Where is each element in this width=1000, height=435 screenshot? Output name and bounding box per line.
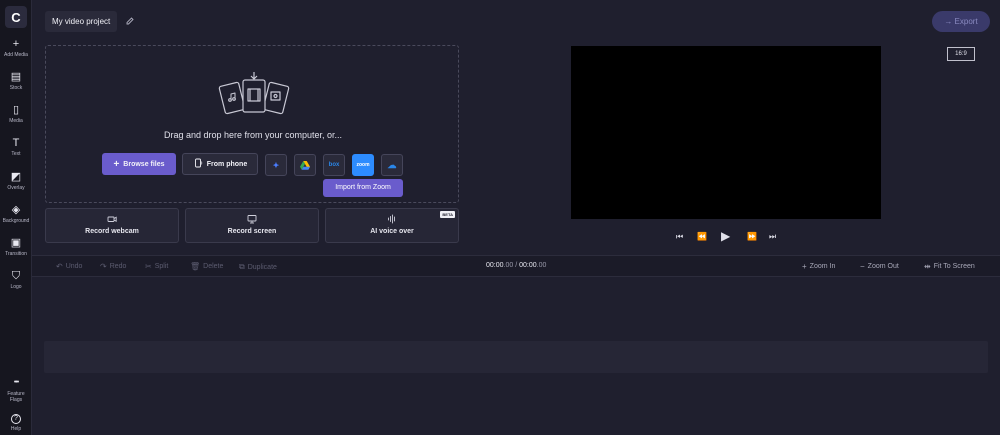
sidebar-item-transition[interactable]: ▣ Transition bbox=[0, 237, 32, 257]
drop-instructions: Drag and drop here from your computer, o… bbox=[163, 130, 343, 140]
sidebar-item-label: Overlay bbox=[7, 185, 25, 191]
webcam-icon bbox=[107, 214, 117, 224]
export-button[interactable]: → Export bbox=[932, 11, 990, 32]
fast-forward-icon[interactable]: ⏩ bbox=[747, 232, 757, 241]
sidebar-item-label: Stock bbox=[9, 85, 23, 91]
delete-button[interactable]: 🗑 Delete bbox=[190, 262, 223, 271]
app-logo[interactable]: C bbox=[5, 6, 27, 28]
onedrive-icon: ☁ bbox=[387, 159, 397, 170]
from-phone-button[interactable]: From phone bbox=[182, 153, 258, 175]
sound-wave-icon bbox=[387, 214, 397, 224]
aspect-ratio-button[interactable]: 16:9 bbox=[947, 47, 975, 61]
duplicate-button[interactable]: ⧉ Duplicate bbox=[239, 262, 277, 272]
redo-icon: ↷ bbox=[100, 262, 107, 271]
record-screen-card[interactable]: Record screen bbox=[185, 208, 319, 243]
background-icon: ◈ bbox=[11, 204, 21, 216]
skip-to-end-icon[interactable]: ⏭ bbox=[769, 232, 776, 242]
edit-title-icon[interactable] bbox=[125, 16, 135, 26]
sidebar-item-label: Help bbox=[10, 426, 22, 432]
sidebar-item-label: Transition bbox=[5, 251, 27, 257]
zoom-icon: zoom bbox=[356, 162, 370, 168]
sidebar-item-add-media[interactable]: + Add Media bbox=[0, 38, 32, 58]
timeline-track[interactable] bbox=[44, 341, 988, 373]
play-icon[interactable]: ▶ bbox=[721, 229, 730, 243]
redo-button[interactable]: ↷ Redo bbox=[100, 262, 126, 271]
plus-icon: + bbox=[802, 262, 807, 271]
onedrive-button[interactable]: ☁ bbox=[381, 154, 403, 176]
timecode: 00:00.00 / 00:00.00 bbox=[486, 262, 547, 269]
monitor-icon bbox=[247, 214, 257, 224]
plus-icon: + bbox=[12, 38, 20, 50]
logo-icon: ⛉ bbox=[11, 270, 21, 282]
sidebar-item-text[interactable]: T Text bbox=[0, 137, 32, 157]
stock-icon: ▤ bbox=[10, 71, 22, 83]
skip-to-start-icon[interactable]: ⏮ bbox=[676, 232, 683, 242]
sidebar-item-label: Logo bbox=[10, 284, 22, 290]
minus-icon: − bbox=[860, 262, 865, 271]
help-icon: ? bbox=[11, 414, 21, 424]
sidebar-item-background[interactable]: ◈ Background bbox=[0, 204, 32, 224]
rewind-icon[interactable]: ⏪ bbox=[697, 232, 707, 241]
split-button[interactable]: ✂ Split bbox=[145, 262, 168, 271]
zoom-button[interactable]: zoom bbox=[352, 154, 374, 176]
arrow-right-icon: → bbox=[944, 17, 955, 26]
sidebar-item-label: Background bbox=[2, 218, 30, 224]
box-button[interactable]: box bbox=[323, 154, 345, 176]
beta-badge: BETA bbox=[440, 211, 455, 218]
video-preview[interactable] bbox=[571, 46, 881, 219]
google-drive-icon bbox=[300, 160, 310, 170]
sidebar-item-help[interactable]: ? Help bbox=[0, 414, 32, 432]
scissors-icon: ✂ bbox=[145, 262, 152, 271]
timeline-toolbar: ↶ Undo ↷ Redo ✂ Split 🗑 Delete ⧉ Duplicate 00… bbox=[32, 255, 1000, 277]
trash-icon: 🗑 bbox=[190, 262, 201, 271]
fit-to-screen-button[interactable]: ⇹ Fit To Screen bbox=[924, 262, 975, 271]
sidebar-item-label: Media bbox=[9, 118, 23, 124]
sidebar-item-media[interactable]: ▯ Media bbox=[0, 104, 32, 124]
zoom-in-button[interactable]: + Zoom In bbox=[802, 262, 835, 271]
sidebar-item-label: Add Media bbox=[4, 52, 28, 58]
left-sidebar: C + Add Media ▤ Stock ▯ Media T Text ◩ O… bbox=[0, 0, 32, 435]
media-icon: ▯ bbox=[12, 104, 20, 116]
plus-icon: + bbox=[113, 158, 120, 170]
sidebar-item-overlay[interactable]: ◩ Overlay bbox=[0, 171, 32, 191]
fit-arrows-icon: ⇹ bbox=[924, 262, 931, 271]
dropbox-button[interactable]: ✦ bbox=[265, 154, 287, 176]
text-icon: T bbox=[12, 137, 20, 149]
box-icon: box bbox=[328, 162, 340, 168]
zoom-out-button[interactable]: − Zoom Out bbox=[860, 262, 899, 271]
dropbox-icon: ✦ bbox=[272, 160, 280, 170]
undo-icon: ↶ bbox=[56, 262, 63, 271]
sidebar-item-label: Text bbox=[11, 151, 21, 157]
more-icon: ••• bbox=[13, 379, 19, 386]
transition-icon: ▣ bbox=[10, 237, 22, 249]
undo-button[interactable]: ↶ Undo bbox=[56, 262, 82, 271]
google-drive-button[interactable] bbox=[294, 154, 316, 176]
record-webcam-card[interactable]: Record webcam bbox=[45, 208, 179, 243]
ai-voice-over-card[interactable]: BETA AI voice over bbox=[325, 208, 459, 243]
sidebar-item-logo[interactable]: ⛉ Logo bbox=[0, 270, 32, 290]
sidebar-item-stock[interactable]: ▤ Stock bbox=[0, 71, 32, 91]
import-zoom-tooltip: Import from Zoom bbox=[323, 179, 403, 197]
upload-files-illustration bbox=[218, 72, 290, 115]
overlay-icon: ◩ bbox=[10, 171, 22, 183]
browse-files-button[interactable]: + Browse files bbox=[102, 153, 176, 175]
duplicate-icon: ⧉ bbox=[239, 262, 245, 271]
project-title[interactable]: My video project bbox=[45, 11, 118, 32]
phone-icon bbox=[193, 158, 203, 170]
sidebar-item-label: Feature Flags bbox=[7, 391, 25, 403]
sidebar-item-feature-flags[interactable]: ••• Feature Flags bbox=[0, 377, 32, 403]
